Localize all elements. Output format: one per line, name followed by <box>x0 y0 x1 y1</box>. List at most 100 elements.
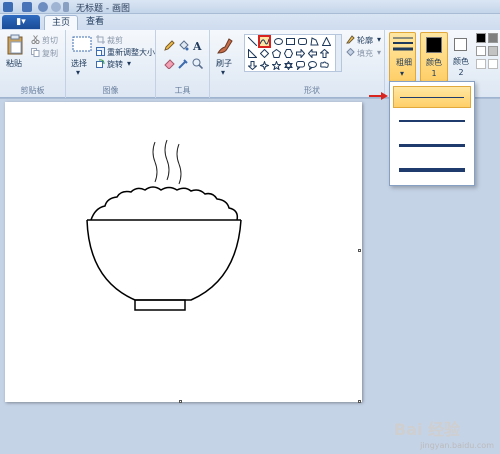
cut-button[interactable]: 剪切 <box>42 35 58 46</box>
shapes-scrollbar[interactable] <box>335 35 341 71</box>
canvas-resize-handle-bottom[interactable] <box>179 400 182 403</box>
text-icon[interactable]: A <box>192 40 203 51</box>
crop-icon[interactable] <box>96 35 105 44</box>
rounded-rectangle-shape-icon[interactable] <box>298 37 307 46</box>
rounded-callout-shape-icon[interactable] <box>296 61 305 70</box>
brushes-dropdown-icon[interactable]: ▾ <box>221 68 225 77</box>
curve-shape-icon[interactable] <box>258 35 271 48</box>
red-arrow-annotation <box>369 92 388 100</box>
tab-view[interactable]: 查看 <box>78 15 112 30</box>
palette-swatch-black[interactable] <box>476 33 486 43</box>
resize-icon[interactable] <box>96 47 105 56</box>
fill-bucket-icon[interactable] <box>178 40 189 51</box>
app-menu-icon[interactable] <box>3 2 13 12</box>
size-option-5px[interactable] <box>393 136 471 158</box>
tab-home[interactable]: 主页 <box>44 15 78 30</box>
copy-button[interactable]: 复制 <box>42 48 58 59</box>
left-arrow-shape-icon[interactable] <box>308 49 317 58</box>
size-label: 粗细 <box>396 58 412 67</box>
customize-toolbar-icon[interactable] <box>63 2 69 12</box>
watermark-logo: Bai 经验 <box>393 420 460 439</box>
cut-icon[interactable] <box>31 35 40 44</box>
window-title: 无标题 - 画图 <box>76 4 130 14</box>
color2-label: 颜色 2 <box>453 57 469 77</box>
paste-icon[interactable] <box>6 34 24 56</box>
diamond-shape-icon[interactable] <box>260 49 269 58</box>
rotate-button[interactable]: 旋转 <box>107 59 123 70</box>
tools-group-label: 工具 <box>174 86 191 95</box>
size-option-1px[interactable] <box>393 86 471 108</box>
pentagon-shape-icon[interactable] <box>272 49 281 58</box>
size-option-3px[interactable] <box>393 111 471 133</box>
shapes-group-label: 形状 <box>304 86 320 95</box>
ribbon-tabs: ▮▾ 主页 查看 <box>0 14 500 30</box>
resize-button[interactable]: 重新调整大小 <box>107 47 155 58</box>
size-button[interactable]: 粗细 ▾ <box>389 32 416 82</box>
palette-swatch-white[interactable] <box>476 46 486 56</box>
oval-callout-shape-icon[interactable] <box>308 61 317 70</box>
fill-dropdown-icon[interactable]: ▾ <box>377 48 381 57</box>
copy-icon[interactable] <box>31 48 40 57</box>
select-icon[interactable] <box>72 36 92 52</box>
color2-swatch <box>454 38 467 51</box>
color1-label: 颜色 1 <box>426 58 442 78</box>
paste-label[interactable]: 粘贴 <box>6 58 22 69</box>
four-point-star-shape-icon[interactable] <box>260 61 269 70</box>
line-width-icon <box>393 37 413 51</box>
six-point-star-shape-icon[interactable] <box>284 61 293 70</box>
fill-button[interactable]: 填充 <box>357 48 373 59</box>
outline-icon[interactable] <box>346 35 355 44</box>
down-arrow-shape-icon[interactable] <box>248 61 257 70</box>
crop-button[interactable]: 裁剪 <box>107 35 123 46</box>
rotate-icon[interactable] <box>96 59 105 68</box>
size-option-8px[interactable] <box>393 161 471 183</box>
fill-icon[interactable] <box>346 48 355 57</box>
color-palette <box>476 33 500 77</box>
color1-swatch <box>426 37 442 53</box>
eraser-icon[interactable] <box>164 58 175 69</box>
color2-button[interactable]: 颜色 2 <box>450 32 474 82</box>
brush-icon[interactable] <box>215 36 235 56</box>
canvas-resize-handle-corner[interactable] <box>358 400 361 403</box>
right-triangle-shape-icon[interactable] <box>248 49 257 58</box>
right-arrow-shape-icon[interactable] <box>296 49 305 58</box>
pencil-icon[interactable] <box>164 40 175 51</box>
drawing-canvas[interactable] <box>5 102 362 402</box>
shapes-group: 轮廓 ▾ 填充 ▾ 形状 <box>240 30 385 98</box>
size-dropdown-icon: ▾ <box>400 69 405 78</box>
polygon-shape-icon[interactable] <box>310 37 319 46</box>
hexagon-shape-icon[interactable] <box>284 49 293 58</box>
save-icon[interactable] <box>22 2 32 12</box>
redo-icon[interactable] <box>51 2 61 12</box>
outline-dropdown-icon[interactable]: ▾ <box>377 35 381 44</box>
cloud-callout-shape-icon[interactable] <box>320 61 329 70</box>
file-menu-button[interactable]: ▮▾ <box>2 15 40 29</box>
rectangle-shape-icon[interactable] <box>286 37 295 46</box>
magnifier-icon[interactable] <box>192 58 203 69</box>
palette-swatch-gray[interactable] <box>488 33 498 43</box>
size-dropdown <box>389 81 475 186</box>
undo-icon[interactable] <box>38 2 48 12</box>
image-group: 选择 ▾ 裁剪 重新调整大小 旋转 ▾ 图像 <box>66 30 156 98</box>
palette-swatch-light-gray[interactable] <box>488 46 498 56</box>
bowl-drawing <box>86 139 242 311</box>
rotate-dropdown-icon[interactable]: ▾ <box>127 59 131 68</box>
five-point-star-shape-icon[interactable] <box>272 61 281 70</box>
brushes-group: 刷子 ▾ <box>210 30 240 98</box>
palette-swatch-empty-1[interactable] <box>476 59 486 69</box>
canvas-resize-handle-right[interactable] <box>358 249 361 252</box>
watermark-url: jingyan.baidu.com <box>420 441 494 450</box>
oval-shape-icon[interactable] <box>274 37 283 46</box>
line-shape-icon[interactable] <box>248 37 257 46</box>
tools-group: A 工具 <box>156 30 210 98</box>
palette-swatch-empty-2[interactable] <box>488 59 498 69</box>
color1-button[interactable]: 颜色 1 <box>420 32 448 82</box>
triangle-shape-icon[interactable] <box>322 37 331 46</box>
clipboard-group: 粘贴 剪切 复制 剪贴板 <box>0 30 66 98</box>
up-arrow-shape-icon[interactable] <box>320 49 329 58</box>
title-bar: 无标题 - 画图 <box>0 0 500 14</box>
select-dropdown-icon[interactable]: ▾ <box>76 68 80 77</box>
outline-button[interactable]: 轮廓 <box>357 35 373 46</box>
clipboard-group-label: 剪贴板 <box>20 86 45 95</box>
color-picker-icon[interactable] <box>178 58 189 69</box>
